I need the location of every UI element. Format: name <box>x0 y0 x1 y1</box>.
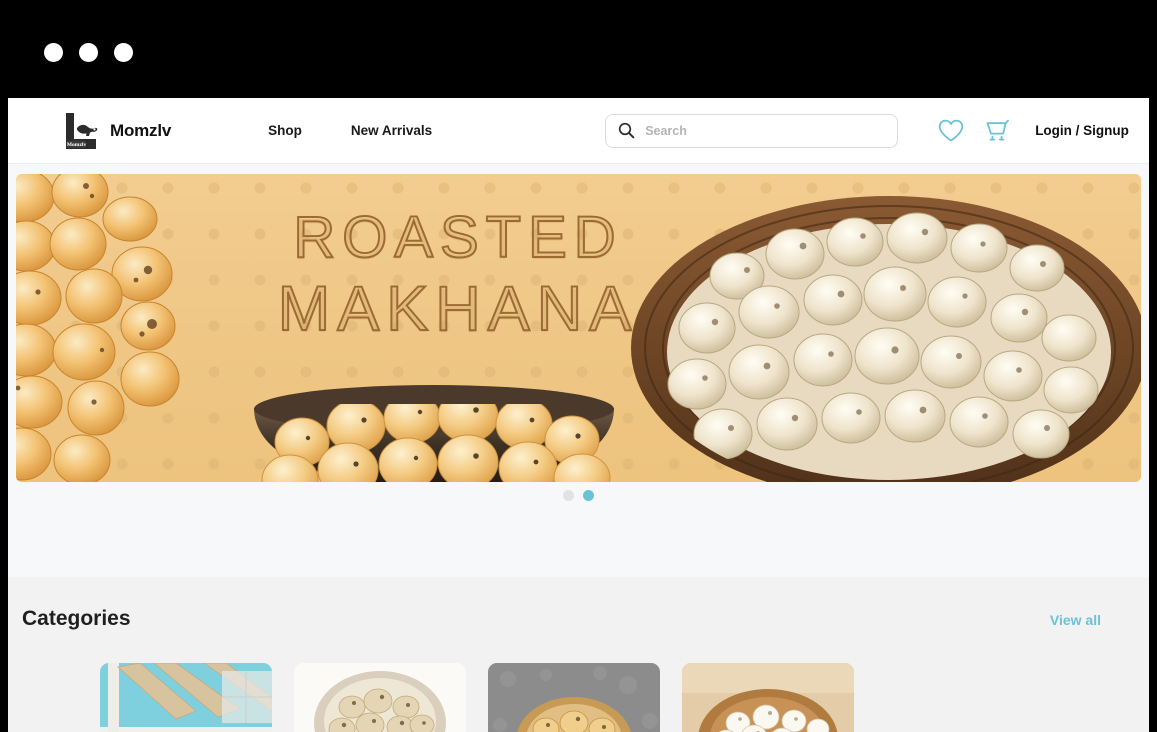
site-header: Momzlv Momzlv Shop New Arrivals Search L… <box>8 98 1149 164</box>
heart-icon[interactable] <box>938 119 964 143</box>
nav-item-new-arrivals[interactable]: New Arrivals <box>351 123 432 138</box>
window-controls <box>44 42 133 62</box>
main-nav: Shop New Arrivals <box>268 123 432 138</box>
hero-banner-slide[interactable]: ROASTED MAKHANA <box>16 174 1141 482</box>
search-input[interactable] <box>645 123 886 138</box>
login-signup-link[interactable]: Login / Signup <box>1035 123 1129 138</box>
category-card-3[interactable] <box>488 663 660 732</box>
wicker-basket-makhana-image <box>631 196 1141 482</box>
categories-header: Categories View all <box>8 577 1149 631</box>
category-image-1 <box>100 663 272 732</box>
cart-icon[interactable] <box>985 119 1011 143</box>
search-icon <box>619 122 635 139</box>
categories-title: Categories <box>22 607 131 630</box>
maximize-dot[interactable] <box>114 42 133 62</box>
categories-section: Categories View all <box>8 577 1149 732</box>
browser-window-frame: Momzlv Momzlv Shop New Arrivals Search L… <box>0 0 1157 732</box>
category-card-4[interactable] <box>682 663 854 732</box>
category-grid <box>100 663 854 732</box>
category-card-1[interactable] <box>100 663 272 732</box>
category-image-4 <box>682 663 854 732</box>
brand-name: Momzlv <box>110 120 172 140</box>
category-image-3 <box>488 663 660 732</box>
roasted-makhana-cluster-image <box>16 174 180 482</box>
carousel-pagination <box>8 490 1149 501</box>
bowl-of-roasted-makhana-image <box>254 385 614 482</box>
category-card-2[interactable] <box>294 663 466 732</box>
nav-item-shop[interactable]: Shop <box>268 123 302 138</box>
carousel-dot-1[interactable] <box>563 490 574 501</box>
header-actions <box>938 119 1011 143</box>
logo-caption: Momzlv <box>67 142 87 148</box>
view-all-link[interactable]: View all <box>1050 612 1101 628</box>
carousel-dot-2[interactable] <box>583 490 594 501</box>
brand-logo[interactable]: Momzlv Momzlv <box>64 111 171 151</box>
category-image-2 <box>294 663 466 732</box>
page-viewport: Momzlv Momzlv Shop New Arrivals Search L… <box>8 98 1149 732</box>
minimize-dot[interactable] <box>79 42 98 62</box>
search-bar[interactable] <box>605 113 899 148</box>
momzlv-logo-icon: Momzlv <box>66 112 98 149</box>
close-dot[interactable] <box>44 42 63 62</box>
hero-section: ROASTED MAKHANA <box>8 164 1149 501</box>
browser-titlebar <box>0 0 1157 98</box>
